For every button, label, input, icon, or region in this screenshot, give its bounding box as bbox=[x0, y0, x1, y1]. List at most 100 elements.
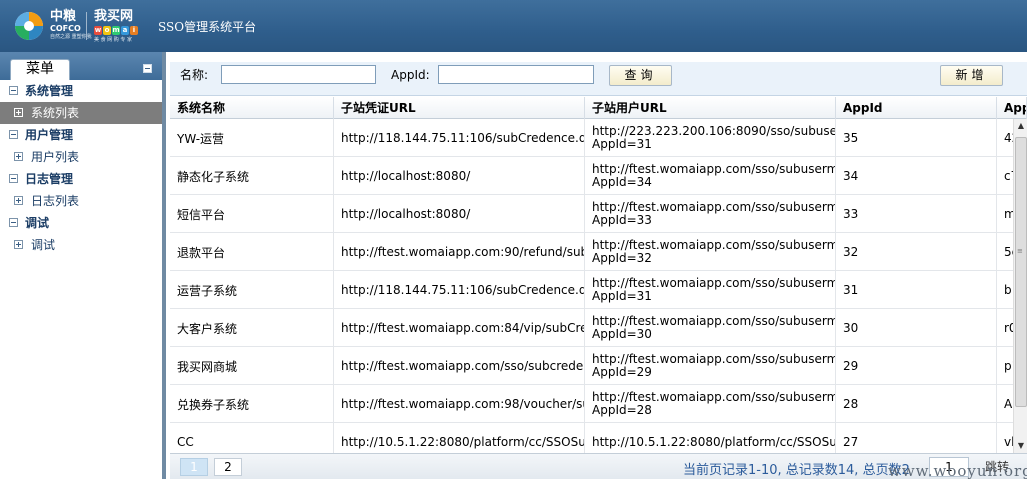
menu-group-log: 日志管理 日志列表 bbox=[0, 168, 162, 212]
page-button-2[interactable]: 2 bbox=[214, 458, 242, 476]
table-cell: http://ftest.womaiapp.com/sso/subuserman… bbox=[585, 309, 836, 347]
table-row[interactable]: 大客户系统 http://ftest.womaiapp.com:84/vip/su… bbox=[170, 309, 1027, 347]
column-header[interactable]: 子站用户URL bbox=[585, 97, 836, 119]
collapse-minus-icon[interactable] bbox=[9, 86, 18, 95]
sidebar-item-system-list[interactable]: 系统列表 bbox=[0, 102, 162, 124]
menu-group-system: 系统管理 系统列表 bbox=[0, 80, 162, 124]
womai-tag: 美 食 网 购 专 家 bbox=[94, 37, 132, 43]
table-row[interactable]: 静态化子系统 http://localhost:8080/http://ftest… bbox=[170, 157, 1027, 195]
watermark: www.wooyun.org bbox=[888, 462, 1027, 480]
table-row[interactable]: 短信平台 http://localhost:8080/http://ftest.w… bbox=[170, 195, 1027, 233]
expand-plus-icon bbox=[14, 196, 23, 205]
table-cell: 退款平台 bbox=[170, 233, 334, 271]
pagination-info: 当前页记录1-10, 总记录数14, 总页数2 bbox=[683, 463, 910, 478]
menu-group-title-user[interactable]: 用户管理 bbox=[0, 124, 162, 146]
collapse-minus-icon[interactable] bbox=[9, 130, 18, 139]
sidebar-item-label: 系统列表 bbox=[31, 106, 80, 120]
app-header: 中粮 COFCO 自然之源 重塑你我 我买网 w o m a i 美 食 网 购… bbox=[0, 0, 1027, 52]
query-button[interactable]: 查询 bbox=[609, 65, 672, 86]
womai-letter: i bbox=[130, 26, 138, 35]
table-cell: 28 bbox=[836, 385, 997, 423]
appid-input[interactable] bbox=[438, 65, 594, 84]
scroll-thumb[interactable] bbox=[1015, 137, 1027, 407]
table-row[interactable]: YW-运营 http://118.144.75.11:106/subCredenc… bbox=[170, 119, 1027, 157]
page-button-1[interactable]: 1 bbox=[180, 458, 208, 476]
app-title: SSO管理系统平台 bbox=[158, 20, 257, 34]
menu-group-label: 调试 bbox=[25, 216, 50, 230]
menu-group-debug: 调试 调试 bbox=[0, 212, 162, 256]
table-cell: http://localhost:8080/ bbox=[334, 157, 585, 195]
table-cell: 静态化子系统 bbox=[170, 157, 334, 195]
table-cell: 31 bbox=[836, 271, 997, 309]
menu-group-label: 用户管理 bbox=[25, 128, 74, 142]
scroll-down-icon[interactable]: ▼ bbox=[1014, 439, 1027, 453]
table-cell: http://223.223.200.106:8090/sso/subuserm… bbox=[585, 119, 836, 157]
menu-group-label: 系统管理 bbox=[25, 84, 74, 98]
table-cell: 运营子系统 bbox=[170, 271, 334, 309]
table-cell: 大客户系统 bbox=[170, 309, 334, 347]
sidebar: 菜单 系统管理 系统列表 用户管理 用户列表 日志管理 日志列表 调试 调试 bbox=[0, 52, 166, 479]
table-cell: http://ftest.womaiapp.com:84/vip/subCred… bbox=[334, 309, 585, 347]
menu-group-title-system[interactable]: 系统管理 bbox=[0, 80, 162, 102]
table-cell: http://ftest.womaiapp.com/sso/subuserman… bbox=[585, 347, 836, 385]
table-cell: CC bbox=[170, 423, 334, 453]
logo-divider bbox=[86, 12, 87, 40]
cell-line: AppId=31 bbox=[592, 289, 652, 303]
collapse-icon[interactable] bbox=[143, 64, 152, 73]
menu-group-user: 用户管理 用户列表 bbox=[0, 124, 162, 168]
system-table: 系统名称 子站凭证URL 子站用户URL AppId AppKey YW-运营h… bbox=[170, 97, 1027, 453]
table-row[interactable]: 兑换券子系统 http://ftest.womaiapp.com:98/vouch… bbox=[170, 385, 1027, 423]
womai-letter: a bbox=[121, 26, 129, 35]
column-header[interactable]: 系统名称 bbox=[170, 97, 334, 119]
vertical-scrollbar[interactable]: ▲ ≡ ▼ bbox=[1013, 119, 1027, 453]
cell-line: http://10.5.1.22:8080/platform/cc/SSOSub… bbox=[592, 434, 835, 449]
table-cell: http://localhost:8080/ bbox=[334, 195, 585, 233]
menu-tab[interactable]: 菜单 bbox=[10, 59, 70, 80]
column-header[interactable]: AppId bbox=[836, 97, 997, 119]
menu-group-title-log[interactable]: 日志管理 bbox=[0, 168, 162, 190]
table-cell: http://10.5.1.22:8080/platform/cc/SSOSub… bbox=[585, 423, 836, 453]
table-cell: 35 bbox=[836, 119, 997, 157]
cell-line: AppId=28 bbox=[592, 403, 652, 417]
menu-group-label: 日志管理 bbox=[25, 172, 74, 186]
table-row[interactable]: 我买网商城 http://ftest.womaiapp.com/sso/subcr… bbox=[170, 347, 1027, 385]
table-cell: 30 bbox=[836, 309, 997, 347]
add-button[interactable]: 新增 bbox=[940, 65, 1003, 86]
main-panel: 名称: AppId: 查询 新增 系统名称 子站凭证URL 子站用户URL Ap… bbox=[170, 52, 1027, 479]
column-header[interactable]: AppKey bbox=[997, 97, 1027, 119]
collapse-minus-icon[interactable] bbox=[9, 174, 18, 183]
table-cell: 短信平台 bbox=[170, 195, 334, 233]
womai-letters: w o m a i bbox=[94, 26, 138, 36]
table-row[interactable]: 退款平台 http://ftest.womaiapp.com:90/refund/… bbox=[170, 233, 1027, 271]
name-label: 名称: bbox=[180, 68, 209, 82]
cell-line: AppId=31 bbox=[592, 137, 652, 151]
sidebar-item-debug[interactable]: 调试 bbox=[0, 234, 162, 256]
search-toolbar: 名称: AppId: 查询 新增 bbox=[170, 62, 1027, 96]
womai-letter: o bbox=[103, 26, 111, 35]
table-cell: 34 bbox=[836, 157, 997, 195]
cell-line: AppId=34 bbox=[592, 175, 652, 189]
table-cell: 兑换券子系统 bbox=[170, 385, 334, 423]
table-row[interactable]: CC http://10.5.1.22:8080/platform/cc/SSOS… bbox=[170, 423, 1027, 453]
womai-letter: w bbox=[94, 26, 102, 35]
womai-cn: 我买网 bbox=[94, 9, 134, 24]
table-cell: 32 bbox=[836, 233, 997, 271]
collapse-minus-icon[interactable] bbox=[9, 218, 18, 227]
table-cell: 33 bbox=[836, 195, 997, 233]
scroll-up-icon[interactable]: ▲ bbox=[1014, 119, 1027, 133]
appid-label: AppId: bbox=[391, 68, 430, 82]
sidebar-item-log-list[interactable]: 日志列表 bbox=[0, 190, 162, 212]
column-header[interactable]: 子站凭证URL bbox=[334, 97, 585, 119]
table-row[interactable]: 运营子系统 http://118.144.75.11:106/subCredenc… bbox=[170, 271, 1027, 309]
name-input[interactable] bbox=[221, 65, 376, 84]
sidebar-item-user-list[interactable]: 用户列表 bbox=[0, 146, 162, 168]
sidebar-item-label: 日志列表 bbox=[31, 194, 80, 208]
cell-line: AppId=32 bbox=[592, 251, 652, 265]
menu-group-title-debug[interactable]: 调试 bbox=[0, 212, 162, 234]
cofco-logo-icon bbox=[15, 12, 43, 40]
table-cell: http://118.144.75.11:106/subCredence.do bbox=[334, 119, 585, 157]
table-cell: YW-运营 bbox=[170, 119, 334, 157]
expand-plus-icon bbox=[14, 108, 23, 117]
table-cell: 29 bbox=[836, 347, 997, 385]
table-cell: http://ftest.womaiapp.com/sso/subuserman… bbox=[585, 157, 836, 195]
